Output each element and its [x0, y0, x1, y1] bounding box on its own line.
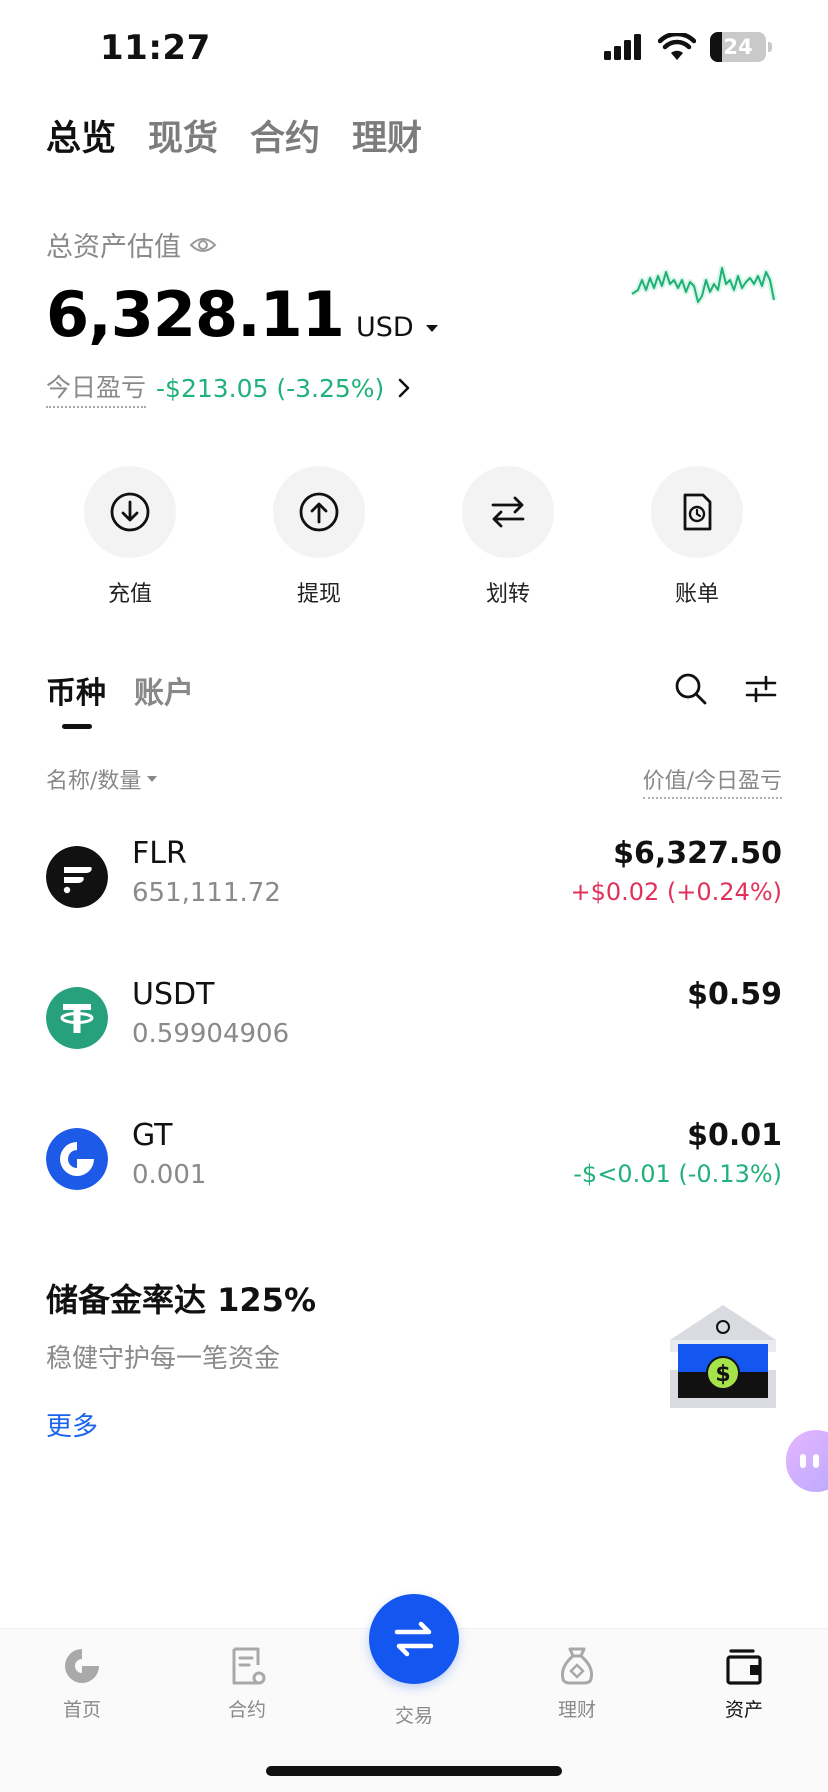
coin-value: $6,327.50: [613, 836, 782, 871]
bill-button[interactable]: 账单: [632, 466, 762, 608]
asset-label-row: 总资产估值: [46, 225, 217, 264]
column-header-value[interactable]: 价值/今日盈亏: [642, 763, 782, 799]
trade-label: 交易: [394, 1705, 433, 1727]
currency-label: USD: [355, 312, 414, 343]
contract-icon: [232, 1647, 266, 1685]
currency-selector[interactable]: USD: [355, 312, 439, 343]
trade-icon: [394, 1621, 434, 1657]
cellular-signal-icon: [604, 34, 641, 60]
today-pnl-label: 今日盈亏: [46, 368, 147, 408]
withdraw-button[interactable]: 提现: [254, 466, 384, 608]
search-icon[interactable]: [674, 672, 708, 706]
coin-pnl: -$<0.01 (-0.13%): [573, 1160, 782, 1188]
home-icon: [65, 1649, 99, 1683]
today-pnl-value: -$213.05 (-3.25%): [156, 373, 385, 403]
coin-symbol: USDT: [132, 977, 215, 1012]
transfer-icon: [462, 466, 554, 558]
svg-text:$: $: [715, 1362, 730, 1387]
coin-quantity: 0.001: [132, 1160, 207, 1190]
nav-finance-label: 理财: [557, 1699, 596, 1721]
status-time: 11:27: [100, 28, 211, 68]
home-indicator: [266, 1766, 562, 1776]
battery-icon: 24: [710, 32, 772, 62]
column-header-name: 名称/数量: [46, 769, 142, 794]
chevron-down-icon: [426, 325, 439, 332]
withdraw-icon: [273, 466, 365, 558]
status-icons: 24: [604, 32, 772, 62]
caret-down-icon: [147, 776, 158, 782]
total-assets-label: 总资产估值: [46, 232, 181, 263]
nav-contract-label: 合约: [227, 1699, 266, 1721]
today-pnl-row[interactable]: 今日盈亏 -$213.05 (-3.25%): [46, 368, 414, 408]
coin-quantity: 651,111.72: [132, 878, 281, 908]
asset-value-row: 6,328.11 USD: [46, 278, 439, 351]
chevron-right-icon: [399, 378, 410, 398]
deposit-label: 充值: [107, 582, 152, 607]
coin-quantity: 0.59904906: [132, 1019, 290, 1049]
gt-logo-icon: [46, 1128, 108, 1190]
tab-coins[interactable]: 币种: [46, 668, 106, 712]
bill-label: 账单: [674, 582, 719, 607]
nav-home[interactable]: 首页: [27, 1645, 137, 1722]
coin-symbol: FLR: [132, 836, 187, 871]
deposit-button[interactable]: 充值: [65, 466, 195, 608]
reserve-more-link[interactable]: 更多: [46, 1406, 98, 1443]
eye-icon[interactable]: [189, 235, 217, 255]
reserve-subtitle: 稳健守护每一笔资金: [46, 1344, 281, 1374]
coin-row-flr[interactable]: FLR 651,111.72 $6,327.50 +$0.02 (+0.24%): [46, 836, 782, 946]
assistant-bubble-button[interactable]: [786, 1430, 828, 1492]
holdings-tabs: 币种 账户: [46, 668, 194, 712]
nav-assets-label: 资产: [724, 1699, 763, 1721]
nav-contract[interactable]: 合约: [192, 1645, 302, 1722]
active-tab-indicator: [62, 724, 92, 729]
coin-symbol: GT: [132, 1118, 173, 1153]
nav-assets[interactable]: 资产: [689, 1645, 799, 1722]
nav-home-label: 首页: [62, 1699, 101, 1721]
asset-sparkline: [630, 265, 777, 305]
battery-level: 24: [723, 35, 753, 59]
deposit-icon: [84, 466, 176, 558]
trade-button[interactable]: [369, 1594, 459, 1684]
flr-logo-icon: [46, 846, 108, 908]
coin-row-usdt[interactable]: USDT 0.59904906 $0.59: [46, 977, 782, 1087]
coin-value: $0.01: [687, 1118, 782, 1153]
wifi-icon: [658, 33, 696, 60]
coin-pnl: +$0.02 (+0.24%): [570, 878, 782, 906]
wallet-icon: [726, 1649, 762, 1685]
coin-value: $0.59: [687, 977, 782, 1012]
coin-row-gt[interactable]: GT 0.001 $0.01 -$<0.01 (-0.13%): [46, 1118, 782, 1228]
reserve-title: 储备金率达 125%: [46, 1281, 317, 1319]
transfer-label: 划转: [485, 582, 530, 607]
finance-icon: [561, 1647, 593, 1685]
filter-icon[interactable]: [744, 672, 778, 706]
usdt-logo-icon: [46, 987, 108, 1049]
nav-finance[interactable]: 理财: [522, 1645, 632, 1722]
sort-by-name[interactable]: 名称/数量: [46, 763, 158, 795]
tab-accounts[interactable]: 账户: [134, 668, 194, 712]
transfer-button[interactable]: 划转: [443, 466, 573, 608]
tab-spot[interactable]: 现货: [148, 110, 218, 161]
bill-icon: [651, 466, 743, 558]
reserve-bank-illustration: $: [670, 1305, 776, 1408]
total-assets-value: 6,328.11: [46, 278, 345, 351]
tab-finance[interactable]: 理财: [352, 110, 422, 161]
tab-futures[interactable]: 合约: [250, 110, 320, 161]
tab-overview[interactable]: 总览: [46, 110, 116, 161]
top-tabs: 总览 现货 合约 理财: [46, 110, 422, 161]
withdraw-label: 提现: [296, 582, 341, 607]
